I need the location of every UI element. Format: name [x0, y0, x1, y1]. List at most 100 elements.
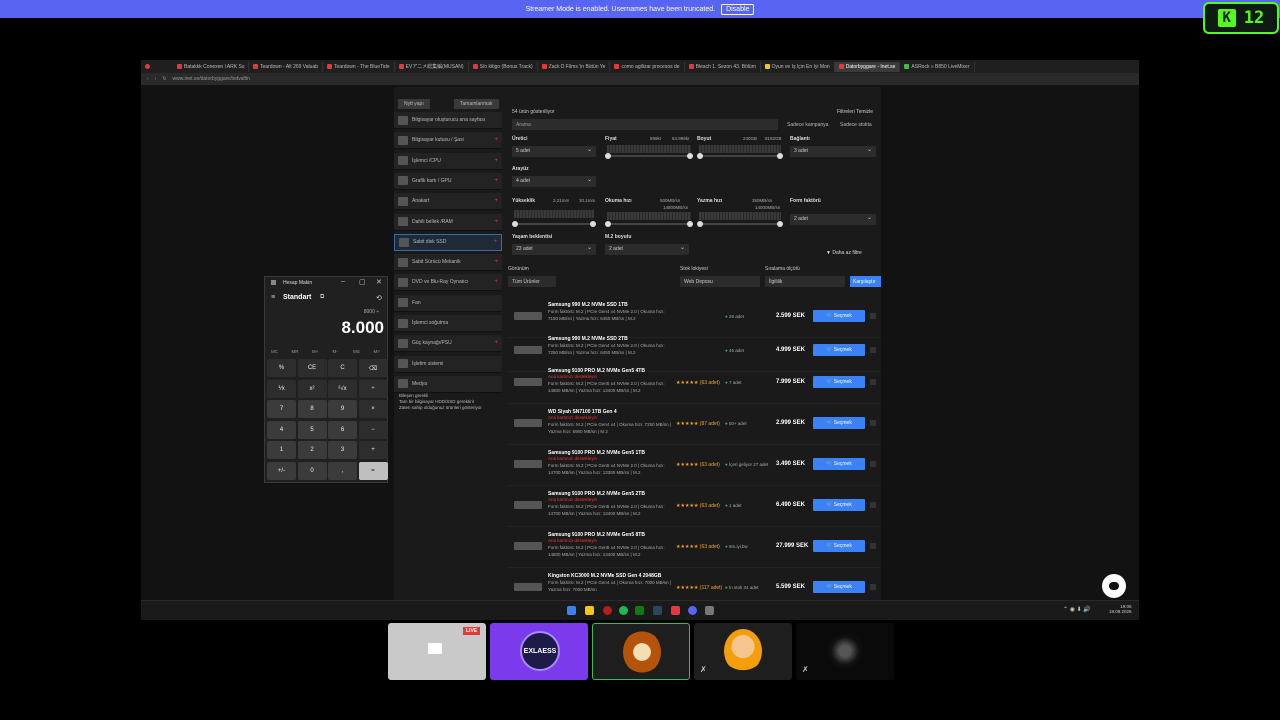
file-explorer-icon[interactable] — [585, 606, 594, 615]
calc-key[interactable]: C — [328, 359, 357, 377]
slider-handle[interactable] — [697, 221, 703, 227]
calc-key[interactable]: × — [358, 400, 388, 418]
keep-on-top-icon[interactable]: ⧉ — [320, 294, 324, 301]
form-factor-select[interactable]: 2 adet — [790, 214, 876, 225]
calc-key[interactable]: 9 — [328, 400, 357, 418]
add-icon[interactable]: + — [494, 219, 498, 225]
browser-tab[interactable]: S/o kitigo (Bonus Track) — [469, 61, 538, 72]
calc-key[interactable]: 8 — [297, 400, 327, 418]
clock[interactable]: 19:06 18.08.2026 — [1109, 604, 1132, 614]
select-button[interactable]: 🛒 Seçmek — [813, 458, 865, 470]
interface-select[interactable]: 4 adet — [512, 176, 596, 187]
compare-checkbox[interactable] — [870, 379, 876, 385]
product-image[interactable] — [514, 312, 542, 320]
start-icon[interactable] — [567, 606, 576, 615]
slider-handle[interactable] — [697, 153, 703, 159]
history-icon[interactable]: ⟲ — [376, 294, 382, 302]
slider-handle[interactable] — [777, 153, 783, 159]
calc-key[interactable]: 6 — [328, 420, 357, 439]
category-item[interactable]: Grafik kartı / GPU + — [394, 172, 502, 190]
slider-handle[interactable] — [512, 221, 518, 227]
slider-handle[interactable] — [687, 221, 693, 227]
product-image[interactable] — [514, 378, 542, 386]
browser-menu-icon[interactable] — [141, 62, 173, 72]
calc-key[interactable]: CE — [297, 359, 327, 377]
slider-handle[interactable] — [605, 221, 611, 227]
product-image[interactable] — [514, 501, 542, 509]
calc-key[interactable]: − — [358, 420, 388, 439]
calc-key[interactable]: 1 — [267, 441, 296, 459]
memory-button[interactable]: M- — [333, 349, 338, 354]
calc-key[interactable]: ÷ — [358, 379, 388, 398]
steam-icon[interactable] — [653, 606, 662, 615]
calc-key[interactable]: 7 — [267, 400, 296, 418]
category-item[interactable]: İşlemci /CPU + — [394, 152, 502, 170]
minimize-icon[interactable]: – — [341, 278, 345, 285]
stock-location-select[interactable]: Web Deposu — [680, 276, 760, 287]
category-item[interactable]: Güç kaynağı/PSU + — [394, 335, 502, 353]
product-row[interactable]: WD Siyah SN7100 1TB Gen 4 Ana kartınızı d… — [508, 405, 881, 445]
connection-select[interactable]: 3 adet — [790, 146, 876, 157]
maximize-icon[interactable]: ▢ — [359, 278, 366, 286]
height-slider[interactable] — [512, 221, 596, 227]
slider-handle[interactable] — [605, 153, 611, 159]
compare-checkbox[interactable] — [870, 347, 876, 353]
calc-key[interactable]: 5 — [297, 420, 327, 439]
memory-button[interactable]: M˅ — [374, 349, 380, 354]
category-item[interactable]: İşletim sistemi — [394, 355, 502, 373]
xbox-icon[interactable] — [635, 606, 644, 615]
complete-button[interactable]: Tamamlanmak — [454, 92, 499, 110]
screenshare-tile[interactable]: LIVE — [388, 623, 486, 680]
calc-key[interactable]: ²√x — [328, 379, 357, 398]
category-item[interactable]: DVD ve Blu-Ray Oynatıcı + — [394, 274, 502, 292]
view-select[interactable]: Tüm Ürünler — [508, 276, 556, 287]
category-item[interactable]: Dahili bellek /RAM + — [394, 213, 502, 231]
browser-tab[interactable]: Teardown - Alt 269 Valuab — [249, 61, 324, 72]
price-slider[interactable] — [605, 153, 693, 159]
write-slider[interactable] — [697, 221, 783, 227]
browser-tab[interactable]: Teardown - The BlueTide — [323, 61, 395, 72]
compare-button[interactable]: Karşılaştır — [850, 276, 881, 287]
m2-size-select[interactable]: 2 adet — [605, 244, 689, 255]
participant-tile[interactable]: EXLAESS — [490, 623, 588, 680]
add-icon[interactable]: + — [494, 340, 498, 346]
category-item[interactable]: Anakart + — [394, 193, 502, 211]
calc-key[interactable]: % — [267, 359, 296, 377]
add-icon[interactable]: + — [494, 137, 498, 143]
product-image[interactable] — [514, 346, 542, 354]
browser-tab-active[interactable]: Datorbyggare - Inet.se — [834, 61, 901, 72]
calc-key[interactable]: , — [328, 461, 357, 480]
add-icon[interactable]: + — [493, 239, 497, 245]
category-item[interactable]: Bilgisayar kutusu / Şasi + — [394, 132, 502, 150]
chat-bubble-icon[interactable] — [1102, 574, 1126, 598]
slider-handle[interactable] — [687, 153, 693, 159]
campaign-checkbox[interactable]: Sadece kampanya — [787, 122, 828, 128]
category-item[interactable]: Sabit Sürücü Mekanik + — [394, 254, 502, 272]
add-icon[interactable]: + — [494, 259, 498, 265]
size-slider[interactable] — [697, 153, 783, 159]
category-item[interactable]: Fan — [394, 294, 502, 312]
browser-tab[interactable]: EVアニメ総集編(MUSAN) — [395, 61, 469, 72]
brand-select[interactable]: 5 adet — [512, 146, 596, 157]
add-icon[interactable]: + — [494, 198, 498, 204]
app-icon[interactable] — [671, 606, 680, 615]
product-row[interactable]: Samsung 9100 PRO M.2 NVMe Gen5 4TB Ana ka… — [508, 364, 881, 404]
calc-key[interactable]: + — [358, 441, 388, 459]
product-row[interactable]: Samsung 9100 PRO M.2 NVMe Gen5 8TB Ana ka… — [508, 528, 881, 568]
calc-key[interactable]: 0 — [297, 461, 327, 480]
participant-tile[interactable]: ✗ — [796, 623, 894, 680]
disable-button[interactable]: Disable — [721, 3, 755, 15]
category-item[interactable]: Sabit disk SSD + — [394, 233, 502, 251]
product-image[interactable] — [514, 583, 542, 591]
memory-button[interactable]: MR — [292, 349, 299, 354]
product-image[interactable] — [514, 542, 542, 550]
compare-checkbox[interactable] — [870, 313, 876, 319]
new-build-button[interactable]: Nytt yapı — [398, 92, 430, 110]
compare-checkbox[interactable] — [870, 461, 876, 467]
participant-tile[interactable]: ✗ — [694, 623, 792, 680]
select-button[interactable]: 🛒 Seçmek — [813, 310, 865, 322]
back-icon[interactable]: ‹ — [147, 76, 149, 82]
category-item[interactable]: Medya — [394, 375, 502, 393]
reload-icon[interactable]: ↻ — [162, 76, 166, 82]
calculator-icon[interactable] — [705, 606, 714, 615]
